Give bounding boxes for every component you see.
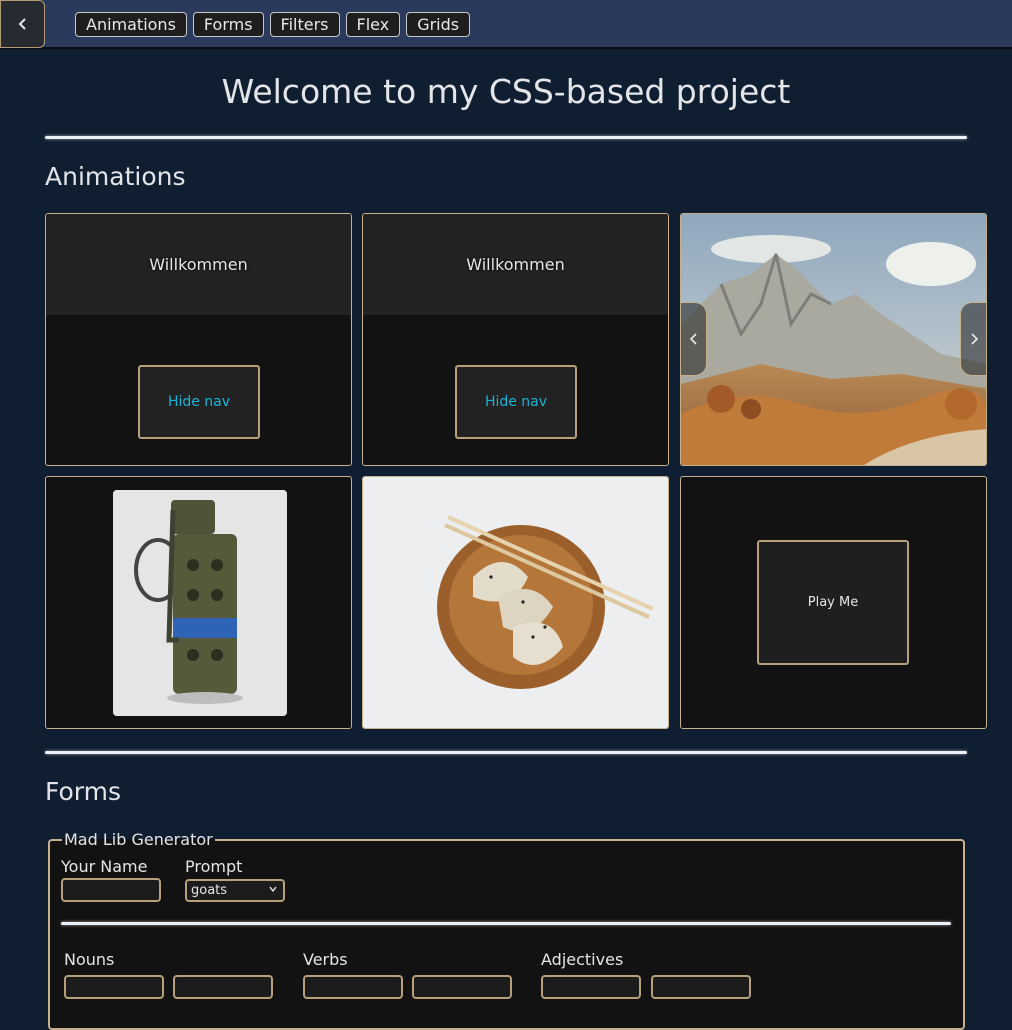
verbs-label: Verbs xyxy=(303,950,348,969)
image-carousel xyxy=(680,213,987,466)
hide-nav-button[interactable]: Hide nav xyxy=(455,365,577,439)
card-header: Willkommen xyxy=(46,214,351,315)
adjective-input-2[interactable] xyxy=(651,975,751,999)
divider xyxy=(45,751,967,754)
animation-card-welcome-2: Willkommen Hide nav xyxy=(362,213,669,466)
prompt-select-value: goats xyxy=(191,883,228,898)
nav-tab-filters[interactable]: Filters xyxy=(269,12,340,37)
grenade-photo xyxy=(113,490,287,716)
carousel-next-button[interactable] xyxy=(960,302,986,376)
dumplings-photo xyxy=(363,477,668,728)
back-button[interactable] xyxy=(0,0,45,48)
adjective-input-1[interactable] xyxy=(541,975,641,999)
mad-lib-legend: Mad Lib Generator xyxy=(64,830,213,849)
card-header: Willkommen xyxy=(363,214,668,315)
play-card: Play Me xyxy=(680,476,987,729)
nouns-label: Nouns xyxy=(64,950,115,969)
grenade-photo-card xyxy=(45,476,352,729)
nav-tab-animations[interactable]: Animations xyxy=(75,12,187,37)
top-navigation-bar: Animations Forms Filters Flex Grids xyxy=(0,0,1012,49)
nav-tabs: Animations Forms Filters Flex Grids xyxy=(75,12,471,37)
chevron-left-icon xyxy=(18,18,26,30)
hide-nav-button[interactable]: Hide nav xyxy=(138,365,260,439)
prompt-label: Prompt xyxy=(185,857,243,876)
noun-input-1[interactable] xyxy=(64,975,164,999)
play-me-button[interactable]: Play Me xyxy=(757,540,909,665)
verb-input-2[interactable] xyxy=(412,975,512,999)
forms-heading: Forms xyxy=(45,777,122,806)
chevron-right-icon xyxy=(970,333,978,345)
prompt-select[interactable]: goats xyxy=(185,879,285,902)
carousel-prev-button[interactable] xyxy=(681,302,707,376)
your-name-label: Your Name xyxy=(61,857,148,876)
verb-input-1[interactable] xyxy=(303,975,403,999)
animation-card-welcome-1: Willkommen Hide nav xyxy=(45,213,352,466)
dumplings-photo-card xyxy=(362,476,669,729)
nav-tab-flex[interactable]: Flex xyxy=(345,12,401,37)
noun-input-2[interactable] xyxy=(173,975,273,999)
landscape-painting-image xyxy=(681,214,986,465)
nav-tab-forms[interactable]: Forms xyxy=(192,12,264,37)
animations-heading: Animations xyxy=(45,162,186,191)
divider xyxy=(45,136,967,139)
form-divider xyxy=(61,922,951,925)
page-title: Welcome to my CSS-based project xyxy=(221,72,791,111)
adjectives-label: Adjectives xyxy=(541,950,624,969)
chevron-left-icon xyxy=(689,333,697,345)
nav-tab-grids[interactable]: Grids xyxy=(406,12,471,37)
chevron-down-icon xyxy=(269,886,277,893)
your-name-input[interactable] xyxy=(61,878,161,902)
